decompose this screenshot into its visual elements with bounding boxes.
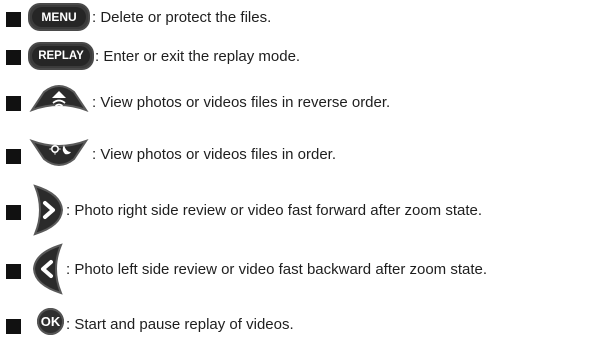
replay-row: REPLAY : Enter or exit the replay mode.: [0, 39, 601, 73]
right-arrow-description: : Photo right side review or video fast …: [66, 202, 483, 219]
bullet: [6, 149, 21, 164]
menu-description: : Delete or protect the files.: [92, 9, 272, 26]
up-arrow-row: : View photos or videos files in reverse…: [0, 83, 601, 117]
down-arrow-description: : View photos or videos files in order.: [92, 146, 337, 163]
replay-description: : Enter or exit the replay mode.: [95, 48, 301, 65]
bullet: [6, 12, 21, 27]
replay-button[interactable]: REPLAY: [28, 42, 94, 70]
up-arrow-description: : View photos or videos files in reverse…: [92, 94, 391, 111]
left-arrow-description: : Photo left side review or video fast b…: [66, 261, 488, 278]
menu-button-label: MENU: [32, 7, 86, 27]
bullet: [6, 319, 21, 334]
left-arrow-row: : Photo left side review or video fast b…: [0, 242, 601, 295]
ok-description: : Start and pause replay of videos.: [66, 316, 294, 333]
down-arrow-row: : View photos or videos files in order.: [0, 136, 601, 170]
right-arrow-button[interactable]: [31, 184, 65, 236]
menu-row: MENU : Delete or protect the files.: [0, 0, 601, 34]
down-arrow-button[interactable]: [28, 137, 90, 167]
menu-button[interactable]: MENU: [28, 3, 90, 31]
ok-button[interactable]: OK: [37, 308, 64, 335]
up-arrow-button[interactable]: [28, 84, 90, 114]
replay-button-label: REPLAY: [32, 46, 90, 66]
bullet: [6, 264, 21, 279]
bullet: [6, 205, 21, 220]
left-arrow-button[interactable]: [31, 243, 65, 295]
bullet: [6, 50, 21, 65]
right-arrow-row: : Photo right side review or video fast …: [0, 182, 601, 236]
ok-row: OK : Start and pause replay of videos.: [0, 306, 601, 340]
bullet: [6, 96, 21, 111]
